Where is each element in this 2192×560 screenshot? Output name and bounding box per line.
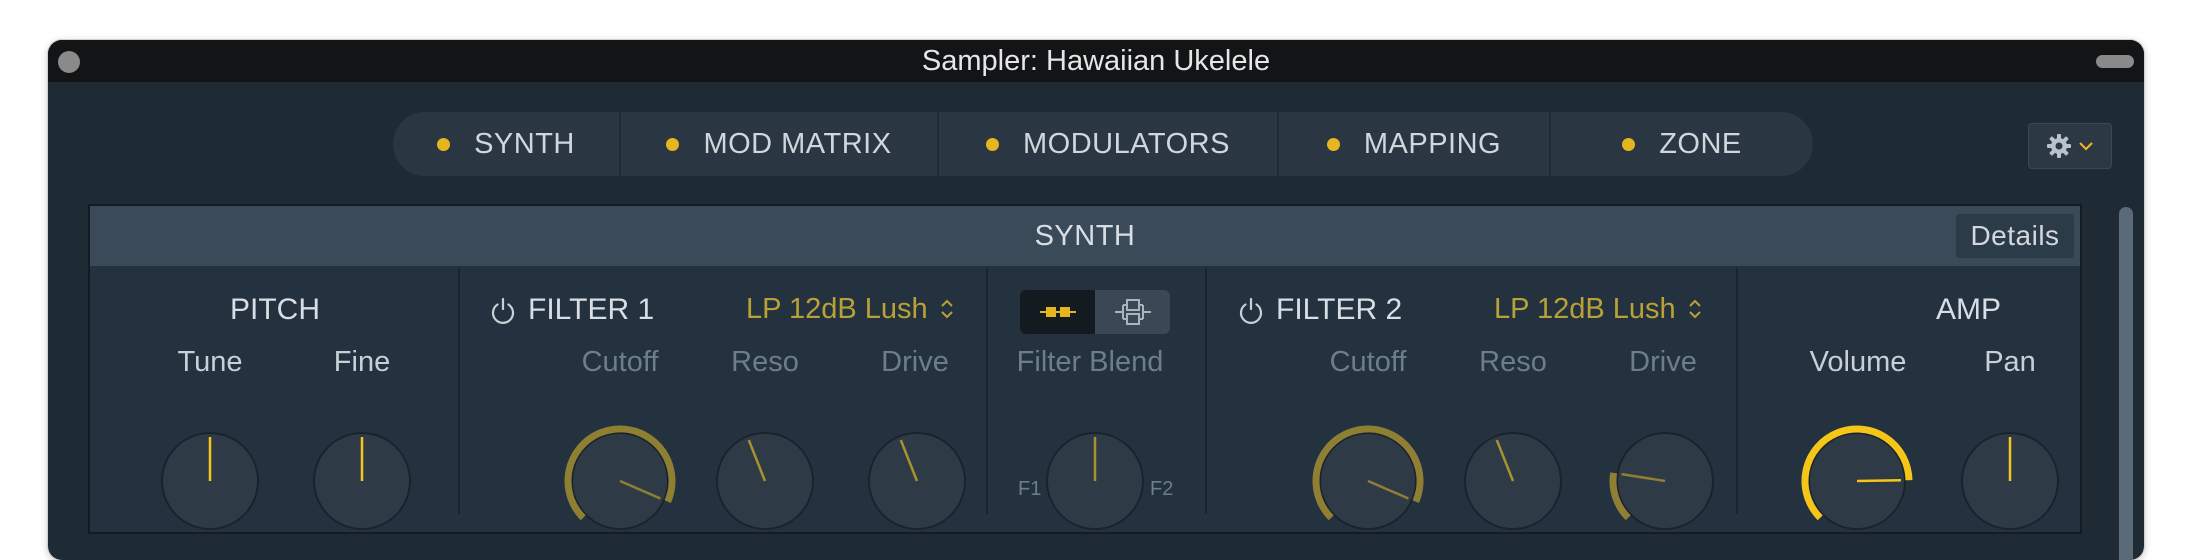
filter2-drive-knob[interactable] [1605,421,1725,541]
vertical-scrollbar[interactable] [2119,207,2133,560]
tab-zone[interactable]: ZONE [1549,112,1813,176]
fine-label: Fine [333,346,391,378]
tab-mapping[interactable]: MAPPING [1277,112,1549,176]
filter1-power-icon[interactable] [488,296,518,326]
volume-knob[interactable] [1797,421,1917,541]
filter-blend-label: Filter Blend [1016,346,1164,378]
tab-synth[interactable]: SYNTH [393,112,619,176]
blend-f2-label: F2 [1150,478,1174,500]
blend-f1-label: F1 [1018,478,1042,500]
filter2-drive-label: Drive [1629,346,1697,378]
pan-label: Pan [1984,346,2036,378]
tab-label: MOD MATRIX [703,127,892,160]
filter-blend-knob[interactable] [1035,421,1155,541]
filter1-drive-knob[interactable] [857,421,977,541]
dot-indicator-icon [1622,137,1636,151]
synth-panel: SYNTH Details PITCH Tune Fine FILTER 1 L… [88,204,2082,534]
filter1-drive-label: Drive [881,346,949,378]
knob-indicator [1856,479,1902,483]
section-divider [1736,268,1738,514]
section-divider [1205,268,1207,514]
updown-chevron-icon [941,299,953,319]
tab-modulators[interactable]: MODULATORS [937,112,1277,176]
filter1-type-value: LP 12dB Lush [746,293,928,325]
volume-label: Volume [1809,346,1907,378]
filter2-reso-knob[interactable] [1453,421,1573,541]
close-button[interactable] [58,51,80,73]
dot-indicator-icon [437,137,451,151]
details-button[interactable]: Details [1956,214,2074,258]
filter2-type-menu[interactable]: LP 12dB Lush [1494,293,1702,326]
synth-header: SYNTH Details [90,206,2080,266]
filter1-title: FILTER 1 [528,293,655,326]
resize-button[interactable] [2096,55,2134,68]
tab-label: SYNTH [474,127,575,160]
filter1-cutoff-knob[interactable] [560,421,680,541]
section-divider [986,268,988,514]
synth-header-title: SYNTH [1034,220,1136,252]
pitch-title: PITCH [230,293,320,326]
serial-routing-button[interactable] [1020,290,1095,334]
dot-indicator-icon [666,137,680,151]
filter2-type-value: LP 12dB Lush [1494,293,1676,325]
filter2-reso-label: Reso [1479,346,1547,378]
title-bar: Sampler: Hawaiian Ukelele [48,40,2144,82]
dot-indicator-icon [986,137,1000,151]
gear-icon [2047,134,2071,158]
updown-chevron-icon [1689,299,1701,319]
filter2-power-icon[interactable] [1236,296,1266,326]
filter-routing-toggle [1020,290,1170,334]
filter1-type-menu[interactable]: LP 12dB Lush [746,293,954,326]
parallel-routing-button[interactable] [1095,290,1170,334]
tune-label: Tune [177,346,243,378]
filter2-title: FILTER 2 [1276,293,1403,326]
dot-indicator-icon [1326,137,1340,151]
filter1-reso-label: Reso [731,346,799,378]
tab-mod-matrix[interactable]: MOD MATRIX [619,112,937,176]
tune-knob[interactable] [150,421,270,541]
window-title: Sampler: Hawaiian Ukelele [921,45,1271,77]
filter2-cutoff-label: Cutoff [1329,346,1407,378]
tab-label: MODULATORS [1023,127,1230,160]
filter1-reso-knob[interactable] [705,421,825,541]
amp-title: AMP [1936,293,2002,326]
settings-menu-button[interactable] [2028,123,2112,169]
tab-bar: SYNTH MOD MATRIX MODULATORS MAPPING ZONE [393,112,1813,176]
pan-knob[interactable] [1950,421,2070,541]
parallel-routing-icon [1114,299,1151,325]
section-divider [458,268,460,514]
serial-routing-icon [1039,307,1076,317]
tab-label: ZONE [1659,127,1742,160]
tab-label: MAPPING [1363,127,1502,160]
chevron-down-icon [2079,142,2093,151]
filter2-cutoff-knob[interactable] [1308,421,1428,541]
fine-knob[interactable] [302,421,422,541]
filter1-cutoff-label: Cutoff [581,346,659,378]
sampler-window: Sampler: Hawaiian Ukelele SYNTH MOD MATR… [48,40,2144,560]
